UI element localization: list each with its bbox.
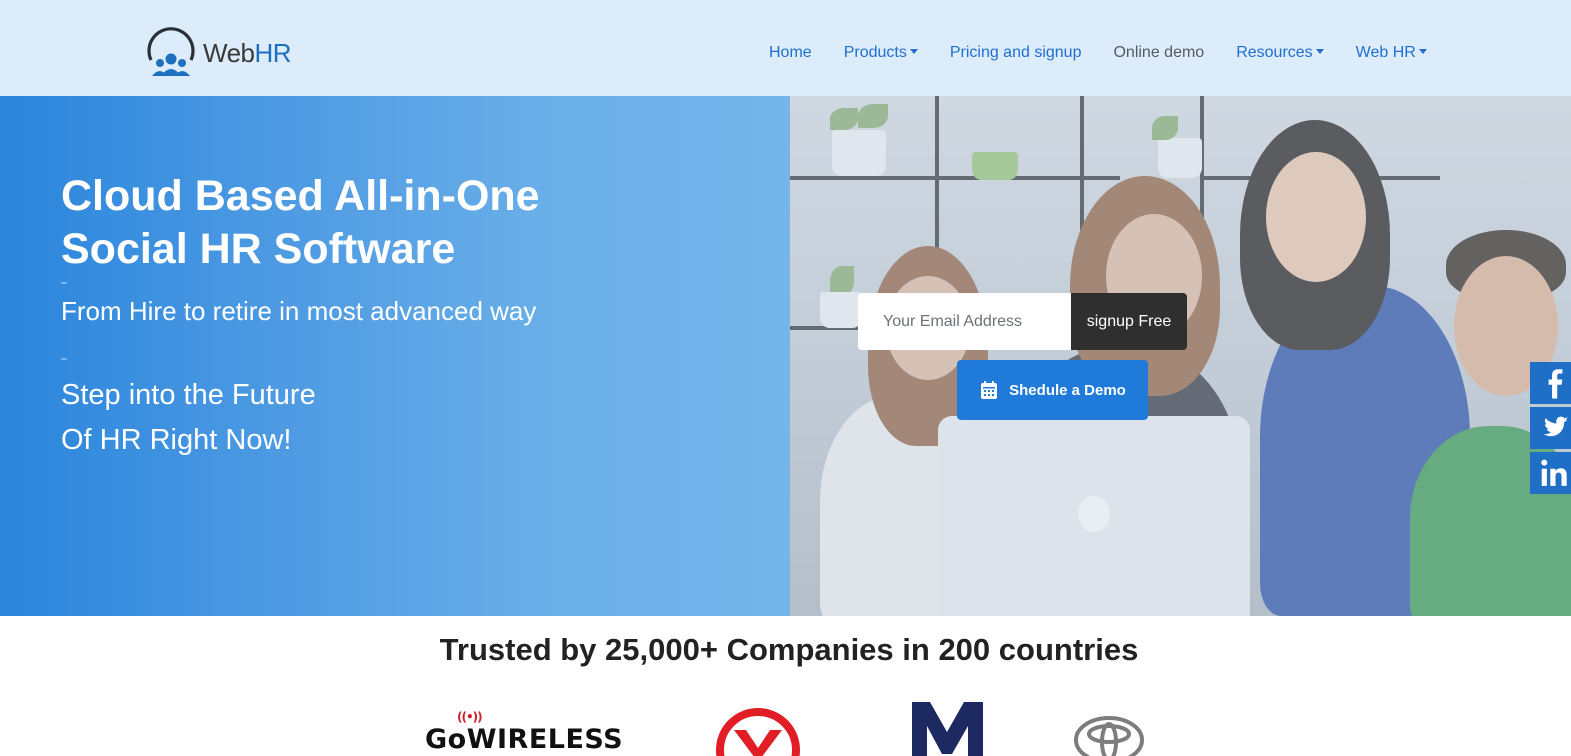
v-brand-logo	[716, 708, 800, 756]
nav-products[interactable]: Products	[844, 44, 918, 62]
signal-icon: ((•))	[457, 710, 483, 724]
nav-resources-label: Resources	[1236, 44, 1313, 61]
facebook-icon	[1548, 369, 1563, 399]
hero-text-panel: Cloud Based All-in-One Social HR Softwar…	[0, 96, 790, 616]
hero-tagline-line2: Of HR Right Now!	[61, 424, 292, 456]
brand-name: WebHR	[203, 37, 292, 69]
trusted-heading: Trusted by 25,000+ Companies in 200 coun…	[439, 632, 1139, 667]
email-input[interactable]	[858, 293, 1072, 350]
caret-down-icon	[909, 49, 918, 54]
signup-free-button[interactable]: signup Free	[1071, 293, 1187, 350]
brand-logo[interactable]: WebHR	[145, 26, 292, 80]
hero-title: Cloud Based All-in-One Social HR Softwar…	[61, 170, 661, 276]
social-share-bar	[1530, 362, 1571, 497]
hero-photo	[790, 96, 1571, 616]
calendar-icon	[981, 381, 998, 399]
hero-title-line1: Cloud Based All-in-One	[61, 172, 540, 220]
decorative-mark	[61, 282, 67, 284]
client-logos: ((•)) GoWIRELESS	[0, 698, 1571, 756]
hero-title-line2: Social HR Software	[61, 225, 456, 273]
gowireless-wordmark: GoWIRELESS	[425, 724, 624, 755]
linkedin-button[interactable]	[1530, 452, 1571, 494]
nav-pricing[interactable]: Pricing and signup	[950, 44, 1082, 62]
nav-webhr[interactable]: Web HR	[1356, 44, 1427, 62]
webhr-logo-icon	[147, 27, 195, 76]
nav-webhr-label: Web HR	[1355, 44, 1416, 61]
main-nav: Home Products Pricing and signup Online …	[769, 44, 1459, 62]
brand-name-prefix: Web	[203, 37, 255, 68]
photo-overlay	[790, 96, 1571, 616]
decorative-mark	[61, 358, 67, 360]
hero-tagline: Step into the Future Of HR Right Now!	[61, 373, 316, 463]
hero-subtitle: From Hire to retire in most advanced way	[61, 296, 537, 326]
hero-section: Cloud Based All-in-One Social HR Softwar…	[0, 96, 1571, 616]
caret-down-icon	[1418, 49, 1427, 54]
schedule-demo-label: Shedule a Demo	[1009, 381, 1126, 399]
linkedin-icon	[1541, 459, 1567, 486]
brand-name-suffix: HR	[254, 37, 292, 68]
twitter-button[interactable]	[1530, 407, 1571, 449]
m-brand-logo	[912, 702, 983, 756]
schedule-demo-button[interactable]: Shedule a Demo	[957, 360, 1148, 420]
site-header: WebHR Home Products Pricing and signup O…	[0, 0, 1571, 96]
facebook-button[interactable]	[1530, 362, 1571, 404]
nav-online-demo[interactable]: Online demo	[1113, 44, 1204, 62]
hero-tagline-line1: Step into the Future	[61, 379, 316, 411]
toyota-logo	[1074, 716, 1144, 756]
nav-home[interactable]: Home	[769, 44, 812, 62]
twitter-icon	[1543, 416, 1569, 437]
caret-down-icon	[1315, 49, 1324, 54]
gowireless-logo: ((•)) GoWIRELESS	[425, 710, 624, 755]
nav-resources[interactable]: Resources	[1236, 44, 1324, 62]
nav-products-label: Products	[843, 44, 907, 61]
